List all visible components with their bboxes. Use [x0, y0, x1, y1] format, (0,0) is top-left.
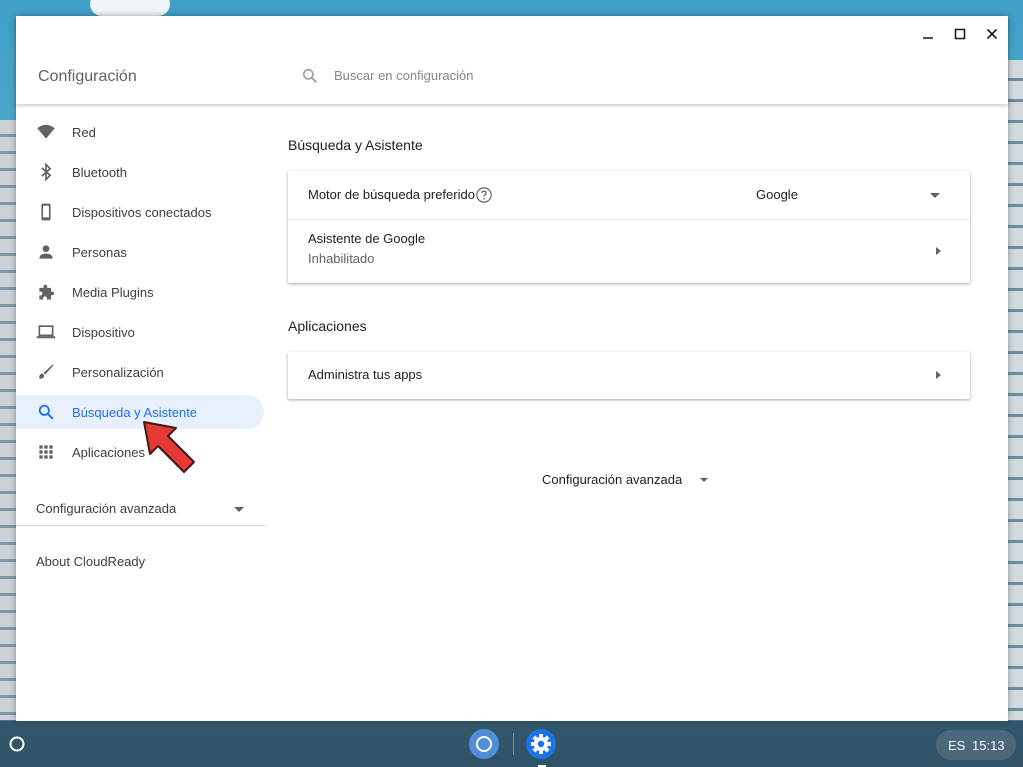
sidebar-item-bluetooth[interactable]: Bluetooth — [16, 155, 264, 189]
sidebar-item-label: Media Plugins — [72, 284, 154, 300]
apps-card: Administra tus apps — [288, 352, 970, 399]
wifi-icon — [36, 122, 56, 142]
search-engine-select[interactable]: Google — [748, 179, 948, 211]
sidebar-advanced-toggle[interactable]: Configuración avanzada — [36, 498, 246, 520]
chromium-icon — [469, 729, 499, 759]
search-bar[interactable] — [300, 66, 900, 88]
sidebar-item-label: Aplicaciones — [72, 444, 145, 460]
settings-window: Configuración Red — [16, 16, 1008, 721]
close-icon — [986, 28, 998, 40]
maximize-button[interactable] — [950, 24, 970, 44]
search-engine-row: Motor de búsqueda preferido Google — [288, 171, 970, 219]
chevron-right-icon — [936, 247, 941, 255]
google-assistant-row[interactable]: Asistente de Google Inhabilitado — [288, 220, 970, 283]
sidebar-item-label: Red — [72, 124, 96, 140]
title-bar: Configuración — [16, 16, 1008, 104]
minimize-icon — [923, 37, 933, 39]
sidebar-item-media-plugins[interactable]: Media Plugins — [16, 275, 264, 309]
sidebar-divider — [16, 525, 266, 526]
app-title: Configuración — [38, 68, 137, 85]
background-building-left — [0, 120, 16, 720]
settings-app-button[interactable] — [524, 727, 558, 761]
sidebar-item-label: Personas — [72, 244, 127, 260]
ime-language: ES — [948, 738, 966, 753]
search-engine-value: Google — [756, 187, 798, 202]
launcher-button[interactable] — [6, 733, 28, 755]
bluetooth-icon — [36, 162, 56, 182]
sidebar-item-personalization[interactable]: Personalización — [16, 355, 264, 389]
sidebar-item-label: Personalización — [72, 364, 164, 380]
annotation-arrow-icon — [143, 421, 195, 473]
chevron-down-icon — [930, 193, 940, 198]
close-button[interactable] — [982, 24, 1002, 44]
gear-icon — [526, 729, 556, 759]
google-assistant-status: Inhabilitado — [308, 251, 375, 266]
help-icon[interactable] — [475, 186, 493, 204]
background-building-right — [1008, 60, 1023, 720]
apps-grid-icon — [36, 442, 56, 462]
section-title-apps: Aplicaciones — [288, 318, 367, 334]
chevron-down-icon — [234, 507, 244, 512]
google-assistant-label: Asistente de Google — [308, 231, 426, 246]
sidebar-item-connected-devices[interactable]: Dispositivos conectados — [16, 195, 264, 229]
search-icon — [36, 402, 56, 422]
search-icon — [302, 68, 317, 83]
manage-apps-label: Administra tus apps — [308, 367, 423, 382]
sidebar: Red Bluetooth Dispositivos conectados Pe… — [16, 104, 266, 721]
background-cloud — [90, 0, 170, 16]
puzzle-icon — [36, 282, 56, 302]
sidebar-about-link[interactable]: About CloudReady — [36, 554, 145, 569]
section-title-search: Búsqueda y Asistente — [288, 137, 423, 153]
phone-icon — [36, 202, 56, 222]
shelf-separator — [513, 733, 514, 755]
sidebar-item-label: Dispositivo — [72, 324, 135, 340]
shelf: ES 15:13 — [0, 721, 1023, 767]
advanced-settings-toggle[interactable]: Configuración avanzada — [542, 470, 722, 490]
clock: 15:13 — [972, 738, 1005, 753]
sidebar-item-red[interactable]: Red — [16, 115, 264, 149]
status-tray[interactable]: ES 15:13 — [936, 730, 1016, 760]
sidebar-item-people[interactable]: Personas — [16, 235, 264, 269]
sidebar-advanced-label: Configuración avanzada — [36, 501, 177, 516]
chromium-app-button[interactable] — [467, 727, 501, 761]
advanced-settings-label: Configuración avanzada — [542, 472, 683, 487]
minimize-button[interactable] — [918, 24, 938, 44]
manage-apps-row[interactable]: Administra tus apps — [288, 352, 970, 399]
chevron-down-icon — [700, 478, 708, 482]
search-engine-label: Motor de búsqueda preferido — [308, 187, 475, 202]
search-settings-card: Motor de búsqueda preferido Google Asist… — [288, 171, 970, 283]
sidebar-item-label: Bluetooth — [72, 164, 127, 180]
maximize-icon — [954, 28, 966, 40]
chevron-right-icon — [936, 371, 941, 379]
search-input[interactable] — [334, 68, 834, 83]
sidebar-item-device[interactable]: Dispositivo — [16, 315, 264, 349]
laptop-icon — [36, 322, 56, 342]
brush-icon — [36, 362, 56, 382]
main-content: Búsqueda y Asistente Motor de búsqueda p… — [288, 104, 970, 721]
launcher-icon — [9, 736, 25, 752]
person-icon — [36, 242, 56, 262]
sidebar-item-label: Dispositivos conectados — [72, 204, 212, 220]
